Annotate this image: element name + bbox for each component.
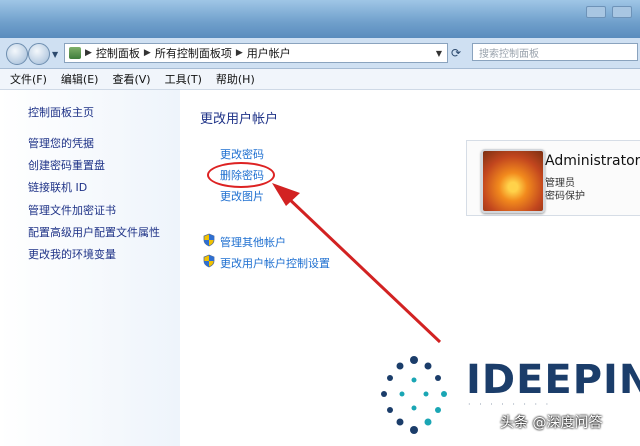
- watermark-footer: 头条 @深度问答: [500, 415, 603, 431]
- ideepin-logo-icon: [381, 356, 447, 434]
- watermark-subtitle: · · · · · · · ·: [468, 400, 552, 409]
- watermark-brand: IDEEPIN: [466, 357, 640, 403]
